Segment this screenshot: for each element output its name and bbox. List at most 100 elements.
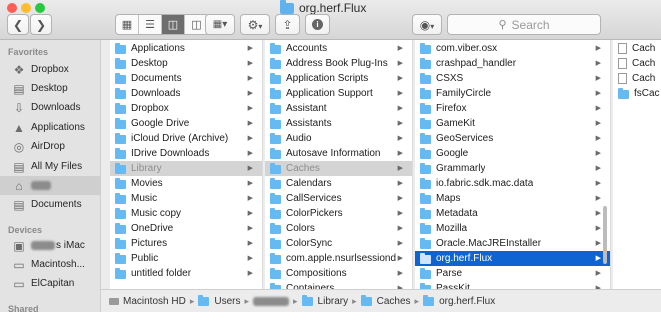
quick-look-button[interactable]: ◉▾: [412, 14, 442, 35]
folder-row-cach[interactable]: Cach: [613, 41, 661, 56]
action-button[interactable]: ⚙▾: [240, 14, 270, 35]
folder-row-firefox[interactable]: Firefox ▶: [415, 101, 610, 116]
folder-row-autosave-information[interactable]: Autosave Information ▶: [265, 146, 412, 161]
folder-row-audio[interactable]: Audio ▶: [265, 131, 412, 146]
folder-row-music-copy[interactable]: Music copy ▶: [110, 206, 262, 221]
share-button[interactable]: ⇪: [275, 14, 300, 35]
folder-row-compositions[interactable]: Compositions ▶: [265, 266, 412, 281]
folder-row-idrive-downloads[interactable]: IDrive Downloads ▶: [110, 146, 262, 161]
folder-row-oracle-macjreinstaller[interactable]: Oracle.MacJREInstaller ▶: [415, 236, 610, 251]
folder-row-com-apple-nsurlsessiond[interactable]: com.apple.nsurlsessiond ▶: [265, 251, 412, 266]
folder-row-untitled-folder[interactable]: untitled folder ▶: [110, 266, 262, 281]
path-segment-users[interactable]: Users: [214, 296, 240, 307]
folder-row-passkit[interactable]: PassKit ▶: [415, 281, 610, 289]
folder-row-org-herf-flux[interactable]: org.herf.Flux ▶: [415, 251, 610, 266]
folder-row-familycircle[interactable]: FamilyCircle ▶: [415, 86, 610, 101]
redacted-path-username[interactable]: [253, 296, 289, 306]
get-info-button[interactable]: i: [305, 14, 330, 35]
folder-row-gamekit[interactable]: GameKit ▶: [415, 116, 610, 131]
folder-row-colors[interactable]: Colors ▶: [265, 221, 412, 236]
folder-icon: [270, 148, 281, 159]
folder-row-dropbox[interactable]: Dropbox ▶: [110, 101, 262, 116]
folder-row-calendars[interactable]: Calendars ▶: [265, 176, 412, 191]
folder-row-library[interactable]: Library ▶: [110, 161, 262, 176]
folder-row-metadata[interactable]: Metadata ▶: [415, 206, 610, 221]
folder-row-colorsync[interactable]: ColorSync ▶: [265, 236, 412, 251]
folder-row-cach[interactable]: Cach: [613, 71, 661, 86]
folder-row-movies[interactable]: Movies ▶: [110, 176, 262, 191]
folder-row-label: Audio: [286, 133, 312, 144]
folder-icon: [423, 294, 435, 306]
sidebar-item-home[interactable]: ⌂: [0, 176, 100, 195]
folder-row-downloads[interactable]: Downloads ▶: [110, 86, 262, 101]
folder-row-documents[interactable]: Documents ▶: [110, 71, 262, 86]
folder-row-colorpickers[interactable]: ColorPickers ▶: [265, 206, 412, 221]
search-field[interactable]: ⚲ Search: [447, 14, 601, 35]
sidebar-item-macintosh-hd[interactable]: ▭ Macintosh...: [0, 255, 100, 274]
arrange-button[interactable]: ▦▾: [205, 14, 235, 35]
folder-row-onedrive[interactable]: OneDrive ▶: [110, 221, 262, 236]
folder-row-label: Pictures: [131, 238, 168, 249]
folder-row-csxs[interactable]: CSXS ▶: [415, 71, 610, 86]
back-button[interactable]: ❮: [7, 14, 29, 35]
applications-icon: ▲: [13, 120, 25, 135]
folder-row-icloud-drive-archive[interactable]: iCloud Drive (Archive) ▶: [110, 131, 262, 146]
forward-button[interactable]: ❯: [30, 14, 52, 35]
folder-icon: [115, 58, 126, 69]
sidebar-item-airdrop[interactable]: ◎ AirDrop: [0, 137, 100, 156]
folder-row-caches[interactable]: Caches ▶: [265, 161, 412, 176]
folder-row-application-support[interactable]: Application Support ▶: [265, 86, 412, 101]
folder-row-label: org.herf.Flux: [436, 253, 493, 264]
folder-row-callservices[interactable]: CallServices ▶: [265, 191, 412, 206]
zoom-window-button[interactable]: [35, 3, 45, 13]
column-flux: Cach Cach Cach fsCac: [613, 40, 661, 289]
folder-row-applications[interactable]: Applications ▶: [110, 41, 262, 56]
sidebar-item-imac[interactable]: ▣ s iMac: [0, 236, 100, 255]
path-segment-macintosh-hd[interactable]: Macintosh HD: [123, 296, 186, 307]
column-view-button[interactable]: ◫: [162, 15, 185, 34]
folder-row-pictures[interactable]: Pictures ▶: [110, 236, 262, 251]
minimize-window-button[interactable]: [21, 3, 31, 13]
folder-row-assistant[interactable]: Assistant ▶: [265, 101, 412, 116]
sidebar-item-applications[interactable]: ▲ Applications: [0, 118, 100, 137]
folder-row-io-fabric-sdk-mac-data[interactable]: io.fabric.sdk.mac.data ▶: [415, 176, 610, 191]
folder-row-application-scripts[interactable]: Application Scripts ▶: [265, 71, 412, 86]
sidebar-item-documents[interactable]: ▤ Documents: [0, 195, 100, 214]
folder-row-mozilla[interactable]: Mozilla ▶: [415, 221, 610, 236]
vertical-scrollbar[interactable]: [603, 206, 607, 264]
sidebar-item-all-my-files[interactable]: ▤ All My Files: [0, 157, 100, 176]
sidebar-item-downloads[interactable]: ⇩ Downloads: [0, 98, 100, 117]
sidebar-item-dropbox[interactable]: ❖ Dropbox: [0, 60, 100, 79]
sidebar-item-elcapitan[interactable]: ▭ ElCapitan: [0, 274, 100, 293]
view-mode-selector[interactable]: ▦ ☰ ◫ ◫: [115, 14, 209, 35]
folder-row-fscac[interactable]: fsCac: [613, 86, 661, 101]
folder-row-assistants[interactable]: Assistants ▶: [265, 116, 412, 131]
folder-row-com-viber-osx[interactable]: com.viber.osx ▶: [415, 41, 610, 56]
path-segment-library[interactable]: Library: [318, 296, 349, 307]
path-bar: Macintosh HD ▸ Users ▸ ▸ Library ▸ Cache…: [101, 289, 661, 312]
folder-row-google-drive[interactable]: Google Drive ▶: [110, 116, 262, 131]
folder-row-desktop[interactable]: Desktop ▶: [110, 56, 262, 71]
path-segment-flux[interactable]: org.herf.Flux: [439, 296, 495, 307]
folder-row-cach[interactable]: Cach: [613, 56, 661, 71]
folder-row-accounts[interactable]: Accounts ▶: [265, 41, 412, 56]
folder-row-parse[interactable]: Parse ▶: [415, 266, 610, 281]
folder-row-label: Autosave Information: [286, 148, 381, 159]
downloads-icon: ⇩: [13, 100, 25, 115]
folder-row-google[interactable]: Google ▶: [415, 146, 610, 161]
sidebar-item-desktop[interactable]: ▤ Desktop: [0, 79, 100, 98]
folder-row-public[interactable]: Public ▶: [110, 251, 262, 266]
folder-row-geoservices[interactable]: GeoServices ▶: [415, 131, 610, 146]
path-separator-icon: ▸: [414, 295, 420, 306]
folder-icon: [115, 148, 126, 159]
close-window-button[interactable]: [7, 3, 17, 13]
folder-row-address-book-plug-ins[interactable]: Address Book Plug-Ins ▶: [265, 56, 412, 71]
icon-view-button[interactable]: ▦: [116, 15, 139, 34]
list-view-button[interactable]: ☰: [139, 15, 162, 34]
folder-row-maps[interactable]: Maps ▶: [415, 191, 610, 206]
path-segment-caches[interactable]: Caches: [377, 296, 411, 307]
folder-row-music[interactable]: Music ▶: [110, 191, 262, 206]
folder-row-containers[interactable]: Containers ▶: [265, 281, 412, 289]
folder-row-grammarly[interactable]: Grammarly ▶: [415, 161, 610, 176]
folder-row-crashpad-handler[interactable]: crashpad_handler ▶: [415, 56, 610, 71]
